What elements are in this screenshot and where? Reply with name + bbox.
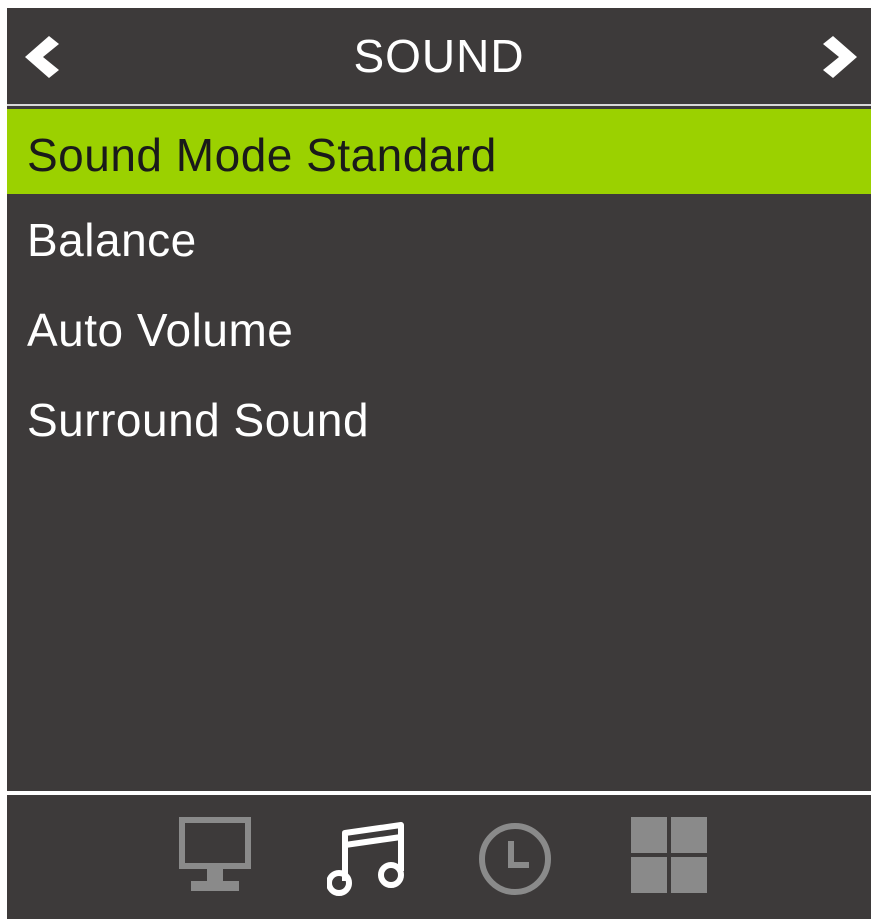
header-divider: [7, 104, 871, 106]
menu-item-auto-volume[interactable]: Auto Volume: [7, 286, 871, 374]
sound-menu-panel: SOUND Sound Mode Standard Balance Auto V…: [7, 8, 871, 919]
menu-item-surround-sound[interactable]: Surround Sound: [7, 376, 871, 464]
menu-item-label: Sound Mode Standard: [27, 129, 497, 181]
chevron-right-icon[interactable]: [821, 34, 861, 80]
menu-item-label: Balance: [27, 214, 197, 266]
grid-icon[interactable]: [631, 817, 707, 893]
monitor-icon[interactable]: [179, 817, 253, 893]
category-tab-bar: [7, 795, 871, 919]
menu-item-label: Auto Volume: [27, 304, 294, 356]
menu-item-label: Surround Sound: [27, 394, 370, 446]
settings-menu: Sound Mode Standard Balance Auto Volume …: [7, 109, 871, 466]
header-bar: SOUND: [7, 8, 871, 104]
menu-item-balance[interactable]: Balance: [7, 196, 871, 284]
music-note-icon[interactable]: [327, 819, 407, 899]
page-title: SOUND: [353, 30, 525, 82]
clock-icon[interactable]: [477, 821, 553, 897]
menu-item-sound-mode[interactable]: Sound Mode Standard: [7, 109, 871, 194]
